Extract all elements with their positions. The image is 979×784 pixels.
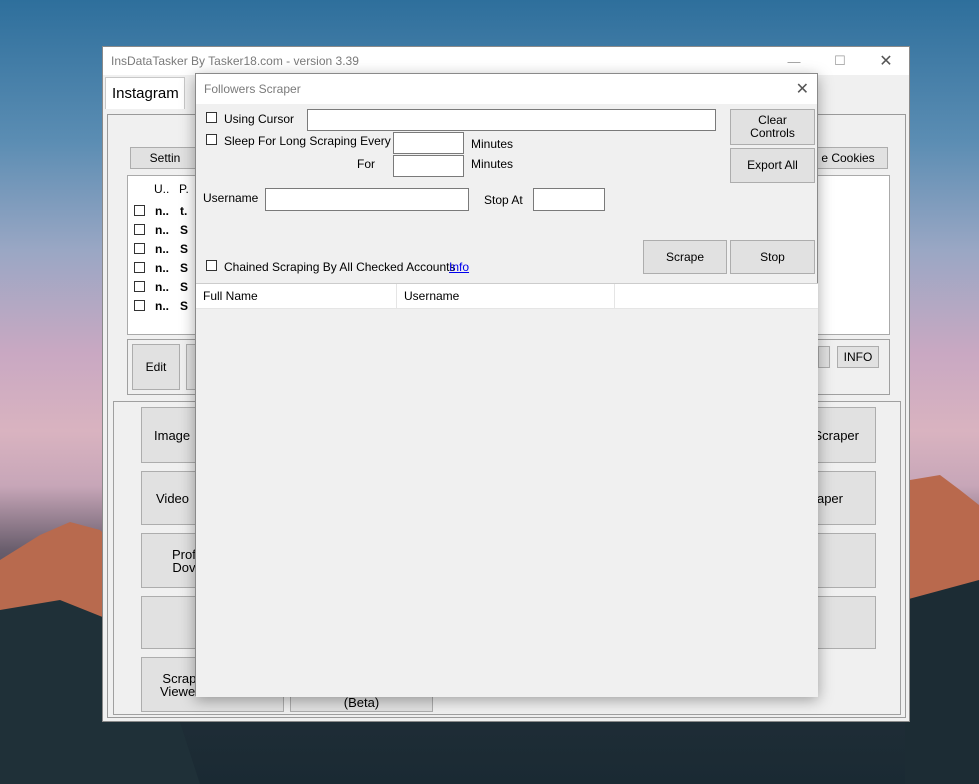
sleep-every-input[interactable] bbox=[393, 132, 464, 154]
row-cell: S bbox=[180, 223, 189, 237]
column-empty[interactable] bbox=[615, 284, 818, 308]
row-cell: t. bbox=[180, 204, 188, 218]
minutes-label: Minutes bbox=[471, 157, 514, 171]
main-titlebar: InsDataTasker By Tasker18.com - version … bbox=[103, 47, 909, 75]
row-checkbox[interactable] bbox=[134, 224, 145, 235]
scraper-button-1[interactable]: Scraper bbox=[813, 407, 876, 463]
tool-button-right-3[interactable] bbox=[814, 533, 876, 588]
username-input[interactable] bbox=[265, 188, 469, 211]
main-window-title: InsDataTasker By Tasker18.com - version … bbox=[111, 54, 359, 68]
dialog-titlebar: Followers Scraper ✕ bbox=[196, 74, 817, 104]
edit-button[interactable]: Edit bbox=[132, 344, 180, 390]
info-button[interactable]: INFO bbox=[837, 346, 879, 368]
row-cell: S bbox=[180, 242, 189, 256]
for-label: For bbox=[357, 157, 375, 171]
list-header: Full Name Username bbox=[196, 284, 818, 309]
row-cell: S bbox=[180, 261, 189, 275]
scraper-button-2[interactable]: aper bbox=[814, 471, 876, 525]
sleep-checkbox[interactable] bbox=[206, 134, 217, 145]
row-checkbox[interactable] bbox=[134, 243, 145, 254]
row-checkbox[interactable] bbox=[134, 281, 145, 292]
using-cursor-checkbox[interactable] bbox=[206, 112, 217, 123]
row-cell: n.. bbox=[155, 242, 169, 256]
row-cell: n.. bbox=[155, 299, 169, 313]
export-all-button[interactable]: Export All bbox=[730, 148, 815, 183]
row-checkbox[interactable] bbox=[134, 205, 145, 216]
close-icon[interactable]: ✕ bbox=[796, 79, 809, 99]
row-cell: n.. bbox=[155, 223, 169, 237]
row-checkbox[interactable] bbox=[134, 300, 145, 311]
tab-instagram[interactable]: Instagram bbox=[105, 77, 185, 109]
row-cell: n.. bbox=[155, 280, 169, 294]
tool-button-right-4[interactable] bbox=[814, 596, 876, 649]
row-cell: n.. bbox=[155, 261, 169, 275]
partial-field[interactable] bbox=[818, 346, 830, 368]
minimize-icon[interactable]: — bbox=[771, 47, 817, 75]
chained-scraping-checkbox[interactable] bbox=[206, 260, 217, 271]
scrape-button[interactable]: Scrape bbox=[643, 240, 727, 274]
dialog-title: Followers Scraper bbox=[204, 82, 301, 96]
column-username[interactable]: Username bbox=[397, 284, 615, 308]
minutes-label: Minutes bbox=[471, 137, 514, 151]
maximize-icon[interactable]: ☐ bbox=[817, 47, 863, 75]
cookies-button[interactable]: e Cookies bbox=[808, 147, 888, 169]
row-cell: n.. bbox=[155, 204, 169, 218]
sleep-for-input[interactable] bbox=[393, 155, 464, 177]
followers-scraper-dialog: Followers Scraper ✕ Using Cursor Sleep F… bbox=[195, 73, 818, 697]
grid-header-col: U.. bbox=[154, 182, 170, 196]
info-link[interactable]: Info bbox=[449, 260, 469, 274]
chained-scraping-label: Chained Scraping By All Checked Accounts bbox=[224, 260, 456, 274]
username-label: Username bbox=[203, 191, 259, 205]
clear-controls-button[interactable]: Clear Controls bbox=[730, 109, 815, 145]
row-cell: S bbox=[180, 280, 189, 294]
cursor-input[interactable] bbox=[307, 109, 716, 131]
followers-list[interactable]: Full Name Username bbox=[196, 283, 818, 697]
settings-button[interactable]: Settin bbox=[130, 147, 200, 169]
sleep-label: Sleep For Long Scraping Every bbox=[224, 134, 391, 148]
close-icon[interactable]: ✕ bbox=[863, 47, 909, 75]
column-full-name[interactable]: Full Name bbox=[196, 284, 397, 308]
grid-header-col: P. bbox=[179, 182, 189, 196]
stop-button[interactable]: Stop bbox=[730, 240, 815, 274]
stop-at-input[interactable] bbox=[533, 188, 605, 211]
row-checkbox[interactable] bbox=[134, 262, 145, 273]
stop-at-label: Stop At bbox=[484, 193, 523, 207]
row-cell: S bbox=[180, 299, 189, 313]
using-cursor-label: Using Cursor bbox=[224, 112, 295, 126]
